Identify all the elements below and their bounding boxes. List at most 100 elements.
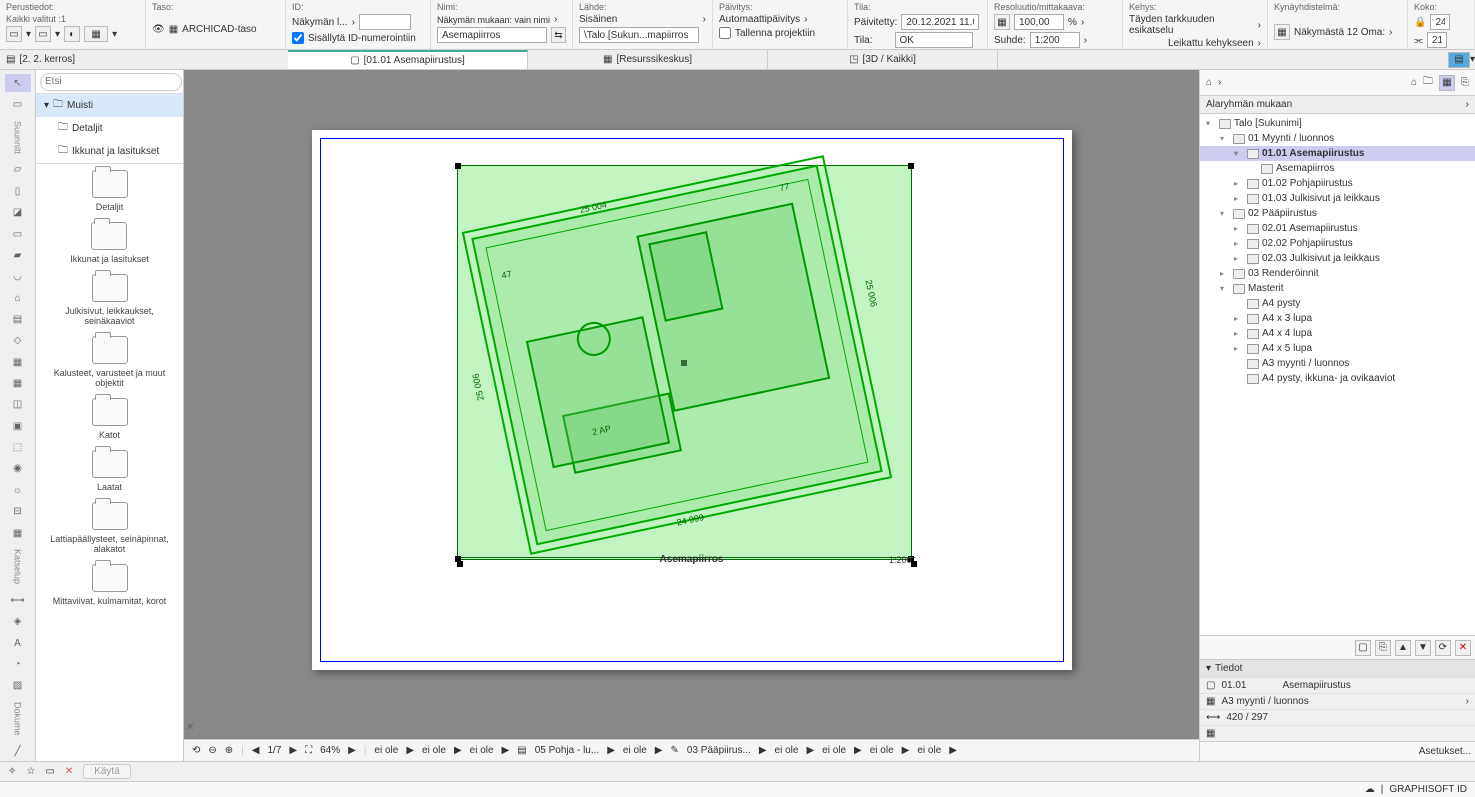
nav-row-0[interactable]: ▾Talo [Sukunimi] bbox=[1200, 116, 1475, 131]
lahde-value[interactable]: Sisäinen bbox=[579, 14, 617, 25]
nav-folder-icon[interactable]: 🗀 bbox=[1423, 74, 1433, 91]
nav-row-10[interactable]: ▸03 Renderöinnit bbox=[1200, 266, 1475, 281]
fit-icon[interactable]: ⛶ bbox=[305, 745, 312, 756]
chevron-icon[interactable]: ▸ bbox=[1234, 329, 1244, 338]
nimi-link-icon[interactable]: ⇆ bbox=[551, 27, 566, 43]
handle-tl[interactable] bbox=[455, 163, 461, 169]
nav-row-17[interactable]: A4 pysty, ikkuna- ja ovikaaviot bbox=[1200, 371, 1475, 386]
autoupdate[interactable]: Automaattipäivitys bbox=[719, 14, 800, 25]
id-input[interactable] bbox=[359, 14, 411, 30]
st2[interactable]: ei ole bbox=[422, 745, 446, 756]
wall-tool[interactable]: ▱ bbox=[5, 161, 31, 179]
column-tool[interactable]: ▯ bbox=[5, 182, 31, 200]
pct-input[interactable] bbox=[1014, 14, 1064, 30]
slab-tool[interactable]: ▤ bbox=[5, 310, 31, 328]
opening-tool[interactable]: ⊟ bbox=[5, 503, 31, 521]
label-tool[interactable]: ◔ bbox=[5, 655, 31, 673]
lib-item-4[interactable]: Katot bbox=[92, 398, 128, 440]
cap-handle-l[interactable] bbox=[457, 561, 463, 567]
handle-tr[interactable] bbox=[908, 163, 914, 169]
sel-tool-2[interactable]: ▭ bbox=[35, 26, 51, 42]
save-proj-chk[interactable] bbox=[719, 27, 731, 39]
chevron-icon[interactable]: ▾ bbox=[1220, 284, 1230, 293]
link-icon[interactable]: ⫘ bbox=[1414, 35, 1423, 46]
snap-icon[interactable]: ✧ bbox=[8, 766, 16, 777]
sel-tool-3[interactable]: ◐ bbox=[64, 26, 80, 42]
fav-icon[interactable]: ☆ bbox=[26, 766, 35, 777]
tree-detaljit[interactable]: 🗀Detaljit bbox=[36, 117, 183, 140]
lahde-path[interactable] bbox=[579, 27, 699, 43]
kyna-value[interactable]: Näkymästä 12 Oma: bbox=[1294, 27, 1385, 38]
nav-row-6[interactable]: ▾02 Pääpiirustus bbox=[1200, 206, 1475, 221]
canvas-view[interactable]: 25 004 25 006 25 006 24 999 47 77 2 AP A… bbox=[184, 70, 1199, 739]
chevron-icon[interactable]: ▸ bbox=[1220, 269, 1230, 278]
lib-item-5[interactable]: Laatat bbox=[92, 450, 128, 492]
nav-row-14[interactable]: ▸A4 x 4 lupa bbox=[1200, 326, 1475, 341]
nav-row-2[interactable]: ▾01.01 Asemapiirustus bbox=[1200, 146, 1475, 161]
chevron-icon[interactable]: ▸ bbox=[1234, 344, 1244, 353]
det-master[interactable]: A3 myynti / luonnos bbox=[1221, 696, 1308, 707]
nav-up-icon[interactable]: ▲ bbox=[1395, 640, 1411, 656]
nav-dn-icon[interactable]: ▼ bbox=[1415, 640, 1431, 656]
door-tool[interactable]: ◫ bbox=[5, 396, 31, 414]
pen-icon[interactable]: ▦ bbox=[1274, 24, 1290, 40]
tab-layout[interactable]: ▢[01.01 Asemapiirustus] bbox=[288, 50, 528, 69]
arrow-tool[interactable]: ↖ bbox=[5, 74, 31, 92]
line-tool[interactable]: ╱ bbox=[5, 743, 31, 761]
lib-item-6[interactable]: Lattiapäällysteet, seinäpinnat, alakatot bbox=[45, 502, 175, 554]
chevron-icon[interactable]: ▸ bbox=[1234, 239, 1244, 248]
size-h[interactable] bbox=[1427, 32, 1447, 48]
shell-tool[interactable]: ◡ bbox=[5, 268, 31, 286]
lib-item-3[interactable]: Kalusteet, varusteet ja muut objektit bbox=[45, 336, 175, 388]
object-tool[interactable]: ⬚ bbox=[5, 438, 31, 456]
nav-row-13[interactable]: ▸A4 x 3 lupa bbox=[1200, 311, 1475, 326]
tab-3d[interactable]: ◳​[3D / Kaikki] bbox=[768, 50, 998, 69]
resol-icon[interactable]: ▦ bbox=[994, 14, 1010, 30]
mesh-tool[interactable]: ▰ bbox=[5, 246, 31, 264]
nav-dup-icon[interactable]: ⎘ bbox=[1375, 640, 1391, 656]
apply-btn[interactable]: Käytä bbox=[83, 764, 131, 779]
nav-group-label[interactable]: Alaryhmän mukaan bbox=[1206, 99, 1292, 110]
chevron-icon[interactable]: ▾ bbox=[1220, 134, 1230, 143]
fill-tool[interactable]: ▨ bbox=[5, 677, 31, 695]
marquee-tool[interactable]: ▭ bbox=[5, 95, 31, 113]
chevron-icon[interactable]: ▸ bbox=[1234, 194, 1244, 203]
st-paap[interactable]: 03 Pääpiirus... bbox=[687, 745, 751, 756]
struct-tool[interactable]: ▦ bbox=[5, 524, 31, 542]
layout-paper[interactable]: 25 004 25 006 25 006 24 999 47 77 2 AP A… bbox=[312, 130, 1072, 670]
tab-floor[interactable]: [2. 2. kerros] bbox=[19, 54, 75, 65]
st6[interactable]: ei ole bbox=[822, 745, 846, 756]
cloud-icon[interactable]: ☁ bbox=[1365, 784, 1375, 795]
nav-settings-btn[interactable]: Asetukset... bbox=[1419, 746, 1471, 757]
text-tool[interactable]: A bbox=[5, 634, 31, 652]
nav-row-5[interactable]: ▸01.03 Julkisivut ja leikkaus bbox=[1200, 191, 1475, 206]
st3[interactable]: ei ole bbox=[470, 745, 494, 756]
chevron-icon[interactable]: ▸ bbox=[1234, 254, 1244, 263]
tree-muisti[interactable]: ▾🗀Muisti bbox=[36, 94, 183, 117]
kehys-tark[interactable]: Täyden tarkkuuden esikatselu bbox=[1129, 14, 1254, 36]
taso-value[interactable]: ARCHICAD-taso bbox=[182, 24, 256, 35]
size-w[interactable] bbox=[1430, 14, 1450, 30]
nav-new-icon[interactable]: ▢ bbox=[1355, 640, 1371, 656]
curtain-tool[interactable]: ▦ bbox=[5, 353, 31, 371]
nav-row-9[interactable]: ▸02.03 Julkisivut ja leikkaus bbox=[1200, 251, 1475, 266]
chevron-icon[interactable]: ▸ bbox=[1234, 314, 1244, 323]
lock-icon[interactable]: 🔒 bbox=[1414, 17, 1426, 28]
sel-tool-1[interactable]: ▭ bbox=[6, 26, 22, 42]
date-input[interactable] bbox=[901, 14, 979, 30]
nav-first-icon[interactable]: ⟲ bbox=[192, 745, 200, 756]
nav-pub-icon[interactable]: ⎘ bbox=[1461, 77, 1469, 88]
lamp-tool[interactable]: ☼ bbox=[5, 481, 31, 499]
include-id-chk[interactable] bbox=[292, 32, 304, 44]
lib-item-2[interactable]: Julkisivut, leikkaukset, seinäkaaviot bbox=[45, 274, 175, 326]
nav-row-15[interactable]: ▸A4 x 5 lupa bbox=[1200, 341, 1475, 356]
dim-tool[interactable]: ⟷ bbox=[5, 591, 31, 609]
nav-row-11[interactable]: ▾Masterit bbox=[1200, 281, 1475, 296]
morph-tool[interactable]: ◇ bbox=[5, 332, 31, 350]
lib-item-0[interactable]: Detaljit bbox=[92, 170, 128, 212]
nimi-input[interactable] bbox=[437, 27, 547, 43]
stair-tool[interactable]: ◪ bbox=[5, 203, 31, 221]
tab-resources[interactable]: ▦[Resurssikeskus] bbox=[528, 50, 768, 69]
page-next[interactable]: ▶ bbox=[289, 745, 297, 756]
nav-row-3[interactable]: Asemapiirros bbox=[1200, 161, 1475, 176]
